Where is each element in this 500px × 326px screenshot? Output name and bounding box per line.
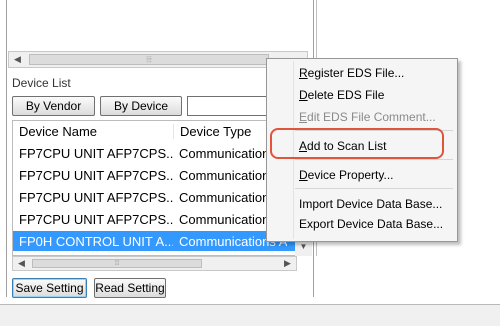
status-bar [0, 305, 500, 326]
list-horizontal-scrollbar[interactable]: ◀ ⦙⦙⦙ ▶ [12, 256, 297, 271]
device-name-cell: FP7CPU UNIT AFP7CPS... [19, 189, 173, 205]
device-type-cell: Communication [179, 167, 270, 183]
menu-item-import-device-data-base[interactable]: Import Device Data Base... [299, 197, 442, 211]
save-setting-button[interactable]: Save Setting [12, 278, 87, 298]
device-type-cell: Communication [179, 189, 270, 205]
menu-item-device-property[interactable]: Device Property... [299, 168, 393, 182]
by-device-button[interactable]: By Device [100, 96, 182, 116]
menu-separator [295, 159, 453, 160]
menu-item-label: Register EDS File... [299, 66, 405, 80]
menu-item-register-eds-file[interactable]: Register EDS File... [299, 66, 404, 80]
by-vendor-button[interactable]: By Vendor [12, 96, 95, 116]
device-list-title: Device List [12, 76, 71, 90]
top-horizontal-scrollbar[interactable]: ◀ ⦙⦙⦙ [8, 51, 308, 68]
device-type-cell: Communication [179, 211, 270, 227]
menu-item-label: Import Device Data Base... [299, 197, 443, 211]
menu-item-export-device-data-base[interactable]: Export Device Data Base... [299, 217, 443, 231]
device-type-cell: Communication [179, 145, 270, 161]
column-header-device-type[interactable]: Device Type [173, 123, 251, 139]
device-name-cell: FP7CPU UNIT AFP7CPS... [19, 145, 173, 161]
scroll-thumb[interactable]: ⦙⦙⦙ [29, 54, 269, 65]
menu-item-label: Device Property... [299, 168, 394, 182]
scroll-left-arrow-icon[interactable]: ◀ [13, 257, 30, 270]
device-name-cell: FP7CPU UNIT AFP7CPS... [19, 211, 173, 227]
menu-separator [295, 188, 453, 189]
scroll-left-arrow-icon[interactable]: ◀ [9, 52, 26, 67]
device-search-input[interactable] [187, 96, 277, 116]
menu-item-edit-eds-file-comment[interactable]: Edit EDS File Comment... [299, 110, 436, 124]
scroll-right-arrow-icon[interactable]: ▶ [279, 257, 296, 270]
menu-item-label: Delete EDS File [299, 88, 385, 102]
scroll-thumb[interactable]: ⦙⦙⦙ [32, 259, 202, 268]
device-name-cell: FP7CPU UNIT AFP7CPS... [19, 167, 173, 183]
column-header-device-name[interactable]: Device Name [13, 124, 173, 139]
highlight-outline [270, 128, 444, 159]
menu-item-delete-eds-file[interactable]: Delete EDS File [299, 88, 384, 102]
scroll-down-arrow-icon[interactable]: ▼ [300, 242, 308, 251]
menu-item-label: Export Device Data Base... [299, 217, 444, 231]
device-name-cell: FP0H CONTROL UNIT A... [19, 233, 173, 249]
menu-item-label: Edit EDS File Comment... [299, 110, 436, 124]
read-setting-button[interactable]: Read Setting [94, 278, 166, 298]
